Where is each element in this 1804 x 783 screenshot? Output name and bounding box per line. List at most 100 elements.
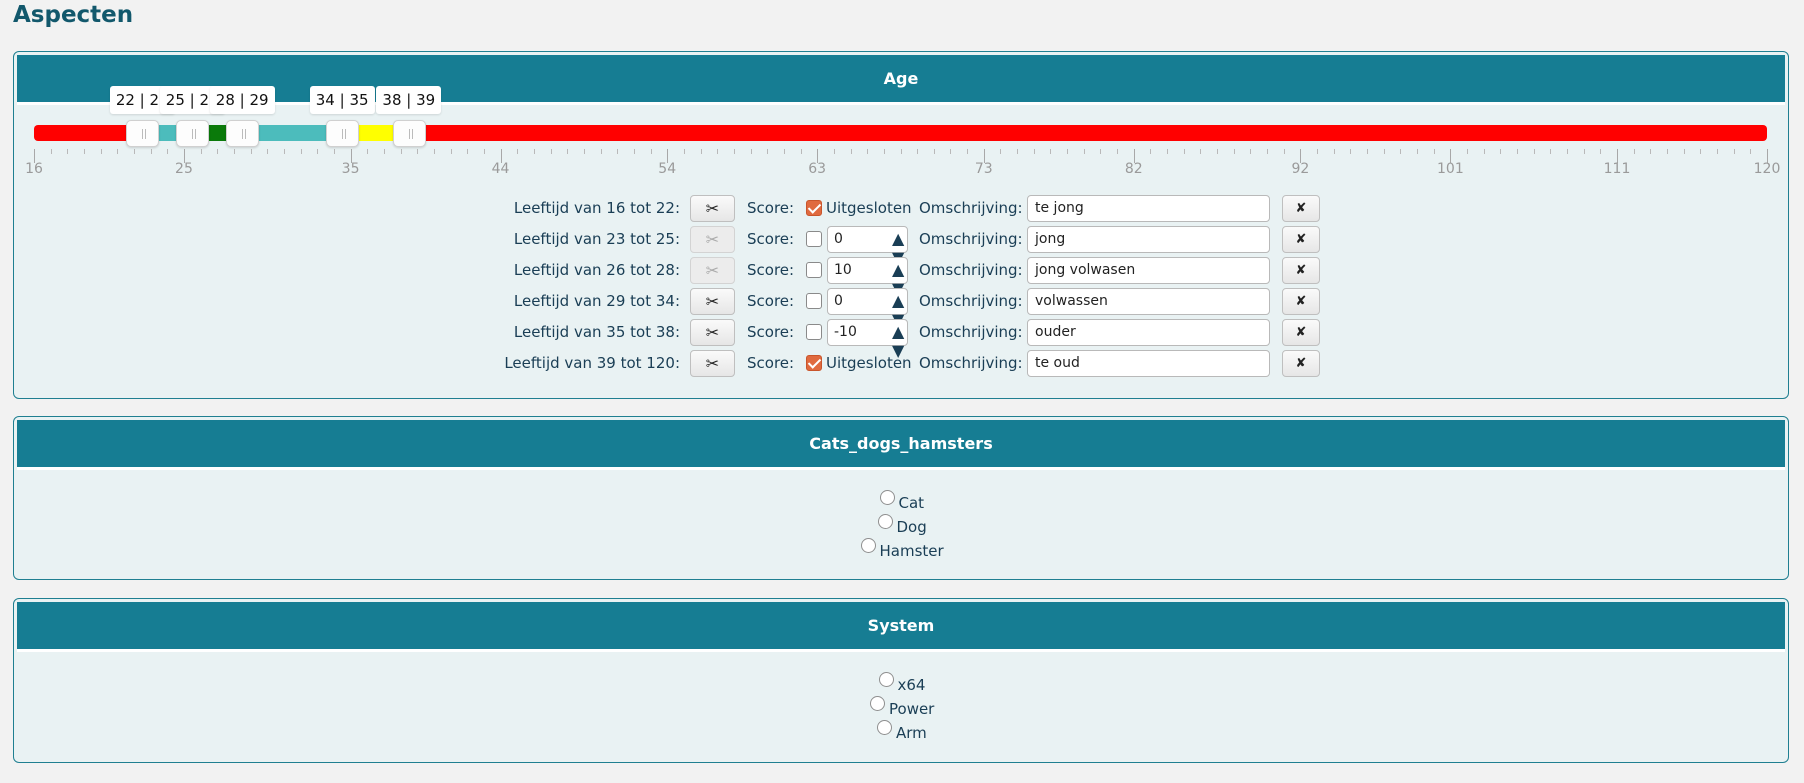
- radio-button[interactable]: [860, 538, 876, 553]
- age-range-label: Leeftijd van 23 tot 25:: [513, 230, 680, 248]
- slider-tick: [1733, 149, 1735, 154]
- age-row: Leeftijd van 35 tot 38: ✂ Score: -10 ▲ ▼ Omsch…: [0, 319, 1804, 360]
- delete-button[interactable]: ✘: [1282, 195, 1320, 222]
- slider-tick: [483, 149, 485, 154]
- radio-option-x64[interactable]: x64: [878, 672, 925, 698]
- delete-button[interactable]: ✘: [1282, 288, 1320, 315]
- slider-tick: [1183, 149, 1185, 154]
- delete-button[interactable]: ✘: [1282, 319, 1320, 346]
- excluded-checkbox[interactable]: [806, 293, 822, 309]
- slider-tick: [1100, 149, 1102, 154]
- description-input[interactable]: jong volwasen: [1027, 257, 1270, 284]
- radio-option-cat[interactable]: Cat: [879, 490, 924, 516]
- age-panel-header[interactable]: Age: [17, 55, 1785, 105]
- split-button[interactable]: ✂: [690, 319, 735, 346]
- age-row: Leeftijd van 23 tot 25:✂Score:0▲▼Omschri…: [0, 226, 1804, 267]
- slider-tick-label: 101: [1437, 161, 1464, 177]
- radio-option-dog[interactable]: Dog: [877, 514, 927, 540]
- slider-handle[interactable]: [326, 120, 360, 147]
- split-button[interactable]: ✂: [690, 195, 735, 222]
- slider-tick: [1317, 149, 1319, 154]
- slider-handle[interactable]: [176, 120, 210, 147]
- slider-tick: [750, 149, 752, 154]
- slider-tick: [1367, 149, 1369, 154]
- score-label: Score:: [747, 292, 795, 310]
- slider-tick: [383, 149, 385, 154]
- split-button[interactable]: ✂: [690, 350, 735, 377]
- slider-tick: [100, 149, 102, 154]
- excluded-checkbox[interactable]: [806, 231, 822, 247]
- slider-tick: [650, 149, 652, 154]
- slider-tick: [733, 149, 735, 154]
- slider-handle[interactable]: [392, 120, 426, 147]
- split-button: ✂: [690, 257, 735, 284]
- scissors-icon: ✂: [705, 230, 720, 249]
- radio-button[interactable]: [878, 672, 894, 687]
- slider-tick: [133, 149, 135, 154]
- slider-tick: [550, 149, 552, 154]
- description-input[interactable]: ouder: [1027, 319, 1270, 346]
- delete-button[interactable]: ✘: [1282, 226, 1320, 253]
- slider-tick: [933, 149, 935, 154]
- delete-button[interactable]: ✘: [1282, 350, 1320, 377]
- slider-tick: [567, 149, 569, 154]
- radio-button[interactable]: [879, 490, 895, 505]
- description-input[interactable]: te jong: [1027, 195, 1270, 222]
- slider-tick: [1067, 149, 1069, 154]
- slider-tick-label: 44: [491, 161, 510, 177]
- excluded-checkbox[interactable]: [806, 262, 822, 278]
- pets-panel-header[interactable]: Cats_dogs_hamsters: [17, 420, 1785, 470]
- slider-tick: [617, 149, 619, 154]
- slider-tick: [167, 149, 169, 154]
- slider-tick: [217, 149, 219, 154]
- slider-tooltip: 28 | 29: [209, 86, 275, 114]
- slider-tooltip: 34 | 35: [309, 86, 375, 114]
- slider-tick: [767, 149, 769, 154]
- slider-segment: [408, 125, 1767, 141]
- slider-tick-label: 111: [1603, 161, 1631, 177]
- slider-tick: [1150, 149, 1152, 154]
- scissors-icon: ✂: [705, 354, 720, 373]
- slider-tick: [800, 149, 802, 154]
- description-input[interactable]: jong: [1027, 226, 1270, 253]
- radio-button[interactable]: [877, 720, 892, 735]
- slider-tick: [1633, 149, 1635, 154]
- slider-tick-label: 63: [808, 161, 827, 177]
- age-range-label: Leeftijd van 39 tot 120:: [504, 354, 680, 372]
- slider-tick: [417, 149, 419, 154]
- split-button[interactable]: ✂: [690, 288, 735, 315]
- radio-option-arm[interactable]: Arm: [877, 720, 927, 746]
- slider-tick: [1033, 149, 1035, 154]
- slider-tick: [683, 149, 685, 154]
- radio-button[interactable]: [877, 514, 893, 529]
- slider-tick: [1283, 149, 1285, 154]
- slider-tick-label: 54: [658, 161, 677, 177]
- age-row: Leeftijd van 26 tot 28:✂Score:10▲▼Omschr…: [0, 257, 1804, 298]
- delete-button[interactable]: ✘: [1282, 257, 1320, 284]
- excluded-checkbox[interactable]: [806, 355, 822, 371]
- description-label: Omschrijving:: [919, 261, 1023, 279]
- radio-option-hamster[interactable]: Hamster: [860, 538, 944, 564]
- radio-option-power[interactable]: Power: [870, 696, 935, 722]
- slider-handle[interactable]: [126, 120, 160, 147]
- description-input[interactable]: volwassen: [1027, 288, 1270, 315]
- description-input[interactable]: te oud: [1027, 350, 1270, 377]
- radio-button[interactable]: [870, 696, 885, 711]
- slider-tick: [50, 149, 52, 154]
- slider-tick: [1000, 149, 1002, 154]
- slider-tick-label: 73: [974, 161, 993, 177]
- system-panel-header[interactable]: System: [17, 602, 1785, 652]
- slider-tick: [1467, 149, 1469, 154]
- slider-tick: [400, 149, 402, 154]
- close-icon: ✘: [1295, 263, 1307, 278]
- slider-tick: [1350, 149, 1352, 154]
- age-range-label: Leeftijd van 26 tot 28:: [513, 261, 680, 279]
- description-label: Omschrijving:: [919, 230, 1023, 248]
- slider-handle[interactable]: [226, 120, 260, 147]
- slider-tick: [117, 149, 119, 154]
- slider-tick: [1333, 149, 1335, 154]
- radio-label: Power: [889, 700, 935, 718]
- excluded-checkbox[interactable]: [806, 200, 822, 216]
- scissors-icon: ✂: [705, 323, 720, 342]
- excluded-checkbox[interactable]: [806, 324, 822, 340]
